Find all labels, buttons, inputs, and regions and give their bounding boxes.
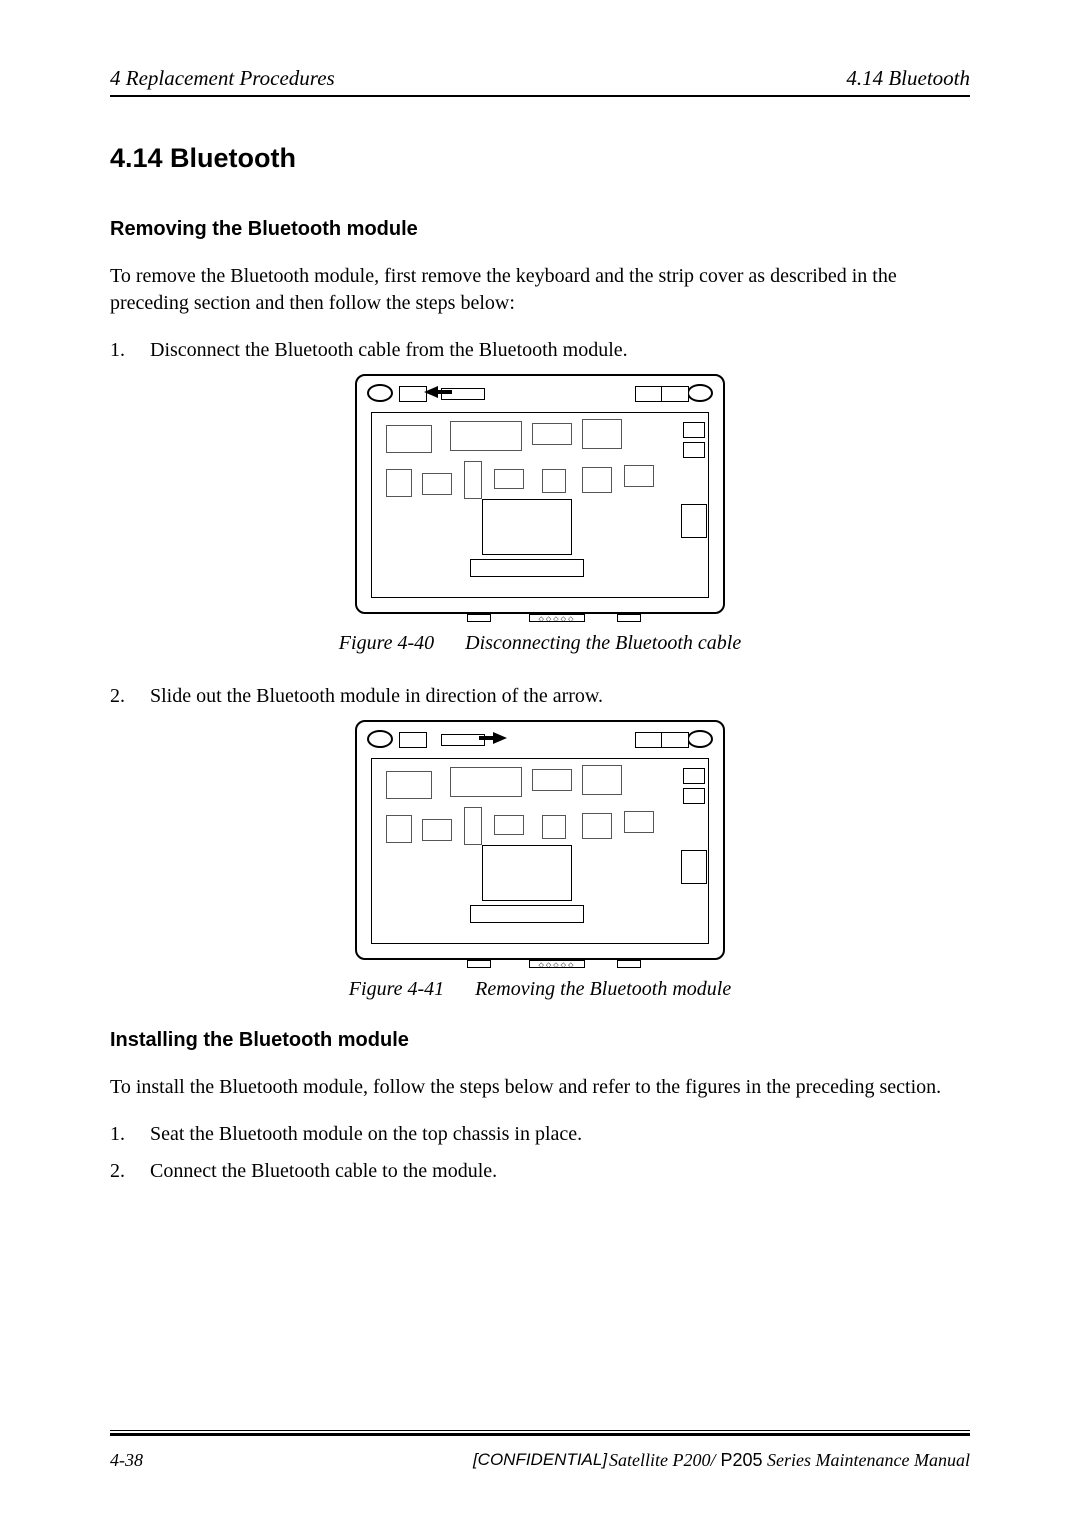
removing-step-2: 2. Slide out the Bluetooth module in dir… [110, 683, 970, 710]
step-text: Disconnect the Bluetooth cable from the … [150, 337, 628, 364]
removing-intro: To remove the Bluetooth module, first re… [110, 263, 970, 317]
installing-steps: 1. Seat the Bluetooth module on the top … [110, 1121, 970, 1185]
figure-caption-text: Removing the Bluetooth module [475, 978, 731, 1000]
list-item: 2. Connect the Bluetooth cable to the mo… [110, 1158, 970, 1185]
header-left: 4 Replacement Procedures [110, 66, 335, 91]
figure-label: Figure 4-40 [339, 632, 434, 654]
footer-rule [110, 1430, 970, 1431]
running-header: 4 Replacement Procedures 4.14 Bluetooth [110, 66, 970, 91]
laptop-diagram: ◇◇◇◇◇ [355, 374, 725, 614]
step-number: 2. [110, 1158, 150, 1185]
footer-rule [110, 1433, 970, 1436]
figure-4-41-caption: Figure 4-41 Removing the Bluetooth modul… [110, 978, 970, 1001]
removing-step-1: 1. Disconnect the Bluetooth cable from t… [110, 337, 970, 364]
step-text: Connect the Bluetooth cable to the modul… [150, 1158, 497, 1185]
confidential-mark: [CONFIDENTIAL] [473, 1450, 607, 1470]
list-item: 2. Slide out the Bluetooth module in dir… [110, 683, 970, 710]
page: 4 Replacement Procedures 4.14 Bluetooth … [0, 0, 1080, 1527]
list-item: 1. Seat the Bluetooth module on the top … [110, 1121, 970, 1148]
header-right: 4.14 Bluetooth [846, 66, 970, 91]
removing-heading: Removing the Bluetooth module [110, 218, 970, 241]
page-number: 4-38 [110, 1450, 143, 1471]
figure-label: Figure 4-41 [349, 978, 444, 1000]
step-number: 2. [110, 683, 150, 710]
figure-4-41: ◇◇◇◇◇ [110, 720, 970, 960]
figure-4-40: ◇◇◇◇◇ [110, 374, 970, 614]
header-rule [110, 95, 970, 97]
page-footer: 4-38 [CONFIDENTIAL] Satellite P200/ P205… [110, 1390, 970, 1471]
installing-heading: Installing the Bluetooth module [110, 1029, 970, 1052]
laptop-diagram: ◇◇◇◇◇ [355, 720, 725, 960]
section-title: 4.14 Bluetooth [110, 143, 970, 174]
step-number: 1. [110, 337, 150, 364]
manual-title: Satellite P200/ P205 Series Maintenance … [609, 1450, 970, 1471]
step-text: Slide out the Bluetooth module in direct… [150, 683, 603, 710]
installing-intro: To install the Bluetooth module, follow … [110, 1074, 970, 1101]
step-number: 1. [110, 1121, 150, 1148]
step-text: Seat the Bluetooth module on the top cha… [150, 1121, 582, 1148]
figure-4-40-caption: Figure 4-40 Disconnecting the Bluetooth … [110, 632, 970, 655]
figure-caption-text: Disconnecting the Bluetooth cable [465, 632, 741, 654]
list-item: 1. Disconnect the Bluetooth cable from t… [110, 337, 970, 364]
